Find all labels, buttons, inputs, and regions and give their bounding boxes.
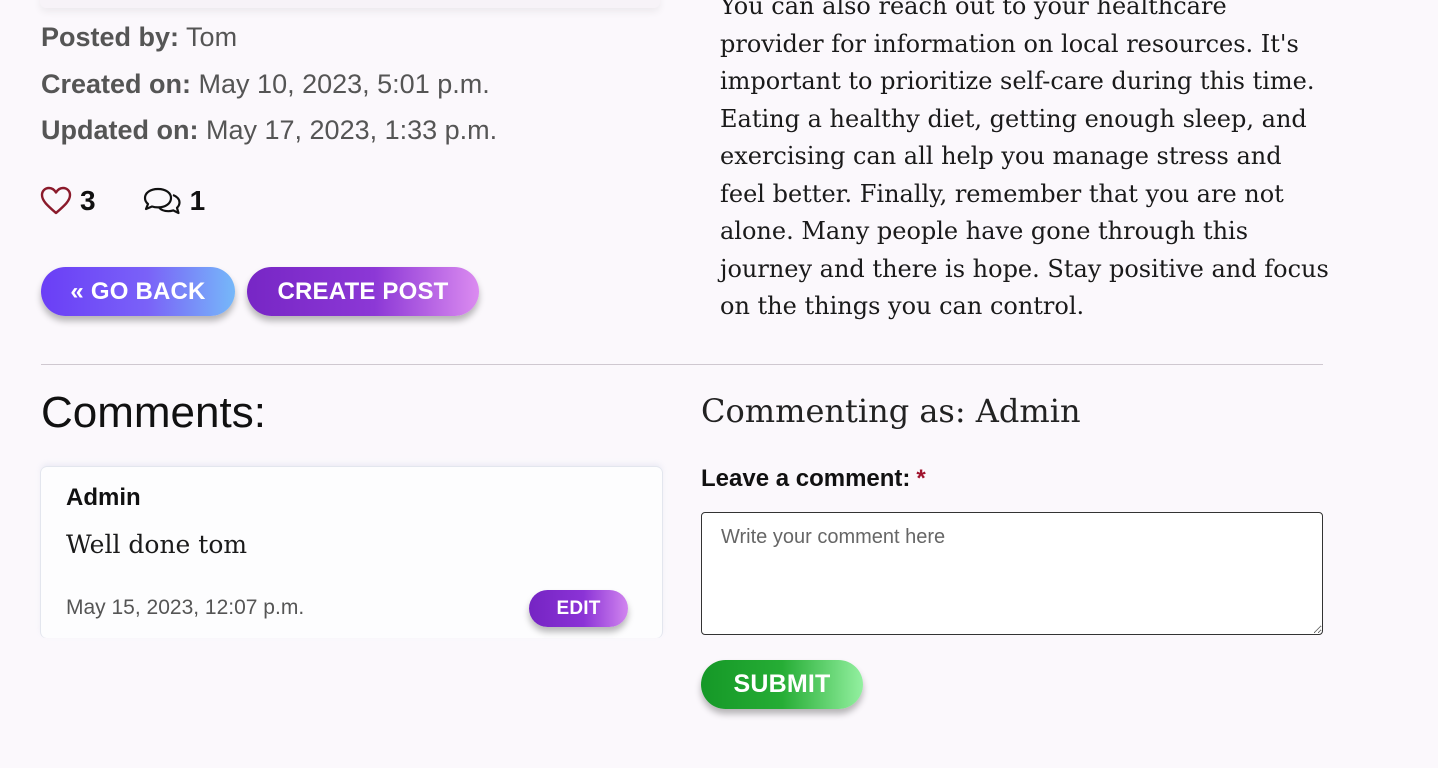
comments-stat: 1	[142, 185, 206, 217]
post-stats: 3 1	[40, 185, 205, 217]
section-divider	[41, 364, 1323, 365]
comments-count: 1	[189, 185, 206, 216]
comments-heading: Comments:	[41, 388, 266, 437]
edit-comment-button[interactable]: EDIT	[529, 590, 628, 627]
previous-card-edge	[40, 0, 660, 8]
submit-comment-button[interactable]: SUBMIT	[701, 660, 863, 709]
comment-body: Well done tom	[66, 530, 248, 559]
comment-date: May 15, 2023, 12:07 p.m.	[66, 596, 305, 619]
comment-card: Admin Well done tom May 15, 2023, 12:07 …	[41, 467, 662, 638]
leave-comment-label-text: Leave a comment:	[701, 465, 911, 492]
heart-outline-icon[interactable]	[40, 186, 72, 216]
likes-count: 3	[80, 185, 96, 216]
commenting-as-heading: Commenting as: Admin	[701, 392, 1081, 430]
create-post-button[interactable]: CREATE POST	[247, 267, 479, 316]
comment-author: Admin	[66, 484, 141, 511]
likes-stat[interactable]: 3	[40, 185, 96, 217]
posted-by: Posted by: Tom	[41, 22, 237, 53]
post-body-text: You can also reach out to your healthcar…	[720, 0, 1329, 320]
required-asterisk: *	[916, 465, 926, 492]
leave-comment-label: Leave a comment: *	[701, 465, 926, 493]
created-on-value: May 10, 2023, 5:01 p.m.	[198, 69, 490, 99]
comment-textarea[interactable]	[701, 512, 1323, 635]
updated-on: Updated on: May 17, 2023, 1:33 p.m.	[41, 115, 497, 146]
chat-bubbles-icon	[143, 187, 181, 215]
go-back-button[interactable]: « GO BACK	[41, 267, 235, 316]
updated-on-value: May 17, 2023, 1:33 p.m.	[206, 115, 498, 145]
updated-on-label: Updated on:	[41, 115, 199, 145]
created-on: Created on: May 10, 2023, 5:01 p.m.	[41, 69, 490, 100]
created-on-label: Created on:	[41, 69, 192, 99]
posted-by-value: Tom	[186, 22, 238, 52]
posted-by-label: Posted by:	[41, 22, 180, 52]
